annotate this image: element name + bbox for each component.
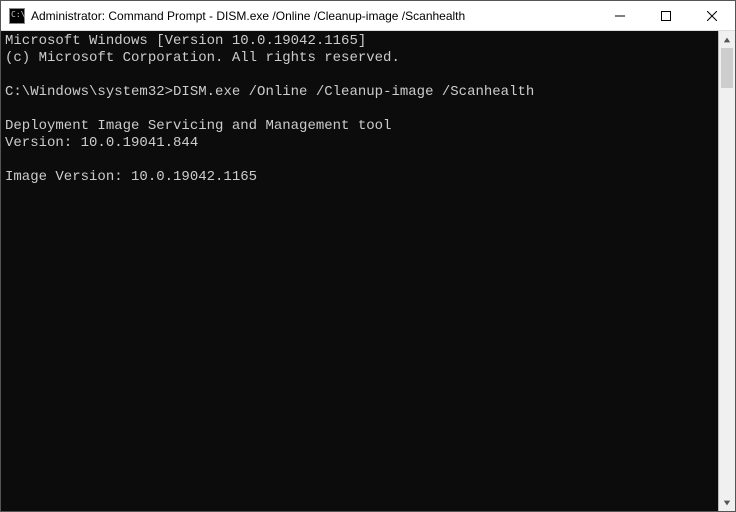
- minimize-icon: [615, 11, 625, 21]
- maximize-icon: [661, 11, 671, 21]
- console-output[interactable]: Microsoft Windows [Version 10.0.19042.11…: [1, 31, 718, 511]
- prompt-line: C:\Windows\system32>DISM.exe /Online /Cl…: [5, 84, 534, 100]
- close-icon: [707, 11, 717, 21]
- window-title: Administrator: Command Prompt - DISM.exe…: [31, 9, 597, 23]
- image-version: Image Version: 10.0.19042.1165: [5, 169, 257, 185]
- dism-version: Version: 10.0.19041.844: [5, 135, 198, 151]
- window-controls: [597, 1, 735, 30]
- scroll-track[interactable]: [719, 48, 735, 494]
- close-button[interactable]: [689, 1, 735, 30]
- maximize-button[interactable]: [643, 1, 689, 30]
- command-prompt-window: Administrator: Command Prompt - DISM.exe…: [0, 0, 736, 512]
- os-version-line: Microsoft Windows [Version 10.0.19042.11…: [5, 33, 366, 49]
- cmd-icon: [9, 8, 25, 24]
- scroll-down-button[interactable]: [719, 494, 735, 511]
- client-area: Microsoft Windows [Version 10.0.19042.11…: [1, 31, 735, 511]
- copyright-line: (c) Microsoft Corporation. All rights re…: [5, 50, 400, 66]
- prompt-path: C:\Windows\system32>: [5, 84, 173, 100]
- scroll-thumb[interactable]: [721, 48, 733, 88]
- entered-command: DISM.exe /Online /Cleanup-image /Scanhea…: [173, 84, 534, 100]
- vertical-scrollbar[interactable]: [718, 31, 735, 511]
- chevron-up-icon: [723, 36, 731, 44]
- minimize-button[interactable]: [597, 1, 643, 30]
- dism-tool-name: Deployment Image Servicing and Managemen…: [5, 118, 391, 134]
- chevron-down-icon: [723, 499, 731, 507]
- titlebar[interactable]: Administrator: Command Prompt - DISM.exe…: [1, 1, 735, 31]
- scroll-up-button[interactable]: [719, 31, 735, 48]
